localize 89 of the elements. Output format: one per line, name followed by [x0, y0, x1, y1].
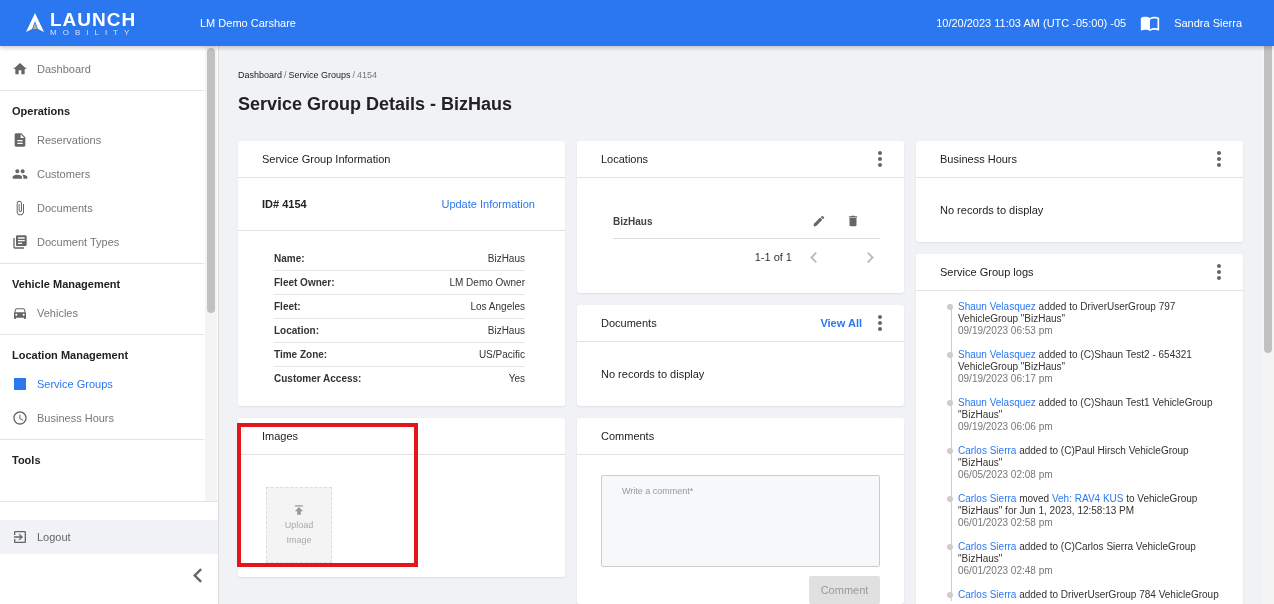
log-timestamp: 09/19/2023 06:17 pm [958, 373, 1054, 385]
sidebar-section-title: Tools [11, 453, 42, 468]
exit-icon [12, 529, 28, 545]
card-title: Locations [601, 153, 650, 165]
more-icon[interactable] [878, 151, 882, 167]
scrollbar-thumb[interactable] [207, 48, 215, 313]
field-value: US/Pacific [478, 349, 525, 360]
collapse-chevron-icon[interactable] [193, 568, 202, 583]
log-timestamp: 09/19/2023 06:06 pm [958, 421, 1054, 433]
card-title: Service Group logs [940, 266, 1035, 278]
field-label: Time Zone: [274, 349, 328, 360]
current-datetime: 10/20/2023 11:03 AM (UTC -05:00) -05 [936, 17, 1127, 29]
log-link[interactable]: Carlos Sierra [958, 445, 1017, 456]
log-timestamp: 09/19/2023 06:53 pm [958, 325, 1054, 337]
view-all-link[interactable]: View All [820, 317, 862, 329]
car-icon [12, 305, 28, 321]
people-icon [12, 166, 28, 182]
organization-name: LM Demo Carshare [200, 17, 296, 29]
breadcrumb-separator: / [284, 70, 287, 80]
brand-name: LAUNCH [50, 9, 137, 29]
card-title: Service Group Information [262, 153, 392, 165]
more-icon[interactable] [1217, 264, 1221, 280]
pagination-range: 1-1 of 1 [754, 251, 792, 263]
empty-message: No records to display [600, 367, 706, 382]
sidebar-item[interactable]: Customers [0, 157, 204, 191]
brand-subtitle: MOBILITY [50, 28, 137, 37]
sidebar-item[interactable]: Vehicles [0, 296, 204, 330]
field-value: Yes [508, 373, 525, 384]
library-icon [12, 234, 28, 250]
sidebar-item[interactable]: Documents [0, 191, 204, 225]
log-entry-text: Carlos Sierra added to DriverUserGroup 784 VehicleGroup [958, 589, 1220, 601]
log-link[interactable]: Carlos Sierra [958, 493, 1017, 504]
breadcrumb-current: 4154 [357, 70, 378, 80]
field-label: Fleet Owner: [274, 277, 335, 288]
scrollbar-thumb[interactable] [1264, 46, 1272, 353]
user-name[interactable]: Sandra Sierra [1174, 17, 1242, 29]
log-entry-text: Carlos Sierra moved Veh: RAV4 KUS to VehicleGroup "BizHaus" for Jun 1, 2023, 12:58:13 PM [958, 493, 1199, 517]
edit-icon [812, 214, 826, 228]
sidebar-item[interactable]: Reservations [0, 123, 204, 157]
log-link[interactable]: Shaun Velasquez [958, 397, 1036, 408]
breadcrumb-separator: / [352, 70, 356, 80]
card-title: Business Hours [940, 153, 1019, 165]
log-link[interactable]: Carlos Sierra [958, 541, 1017, 552]
sidebar-item[interactable]: Dashboard [0, 52, 204, 86]
card-title: Documents [601, 317, 658, 329]
log-link[interactable]: Carlos Sierra [958, 589, 1017, 600]
log-entry-text: Shaun Velasquez added to DriverUserGroup 797 VehicleGroup "BizHaus" [958, 301, 1177, 325]
more-icon[interactable] [1217, 151, 1221, 167]
update-information-link[interactable]: Update Information [441, 198, 535, 210]
page-title: Service Group Details - BizHaus [238, 94, 514, 115]
sidebar-item[interactable]: Document Types [0, 225, 204, 259]
more-icon[interactable] [878, 315, 882, 331]
field-value: LM Demo Owner [449, 277, 525, 288]
field-label: Name: [274, 253, 305, 264]
sidebar-section-title: Vehicle Management [11, 277, 122, 292]
log-entry-text: Carlos Sierra added to (C)Carlos Sierra VehicleGroup "BizHaus" [958, 541, 1197, 565]
sidebar-item[interactable]: Service Groups [0, 367, 204, 401]
log-entry-text: Shaun Velasquez added to (C)Shaun Test2 - 654321 VehicleGroup "BizHaus" [958, 349, 1193, 373]
log-timestamp: 06/01/2023 02:48 pm [958, 565, 1054, 577]
rocket-logo-icon [24, 12, 46, 34]
clock-icon [12, 410, 28, 426]
field-value: BizHaus [487, 325, 525, 336]
delete-icon [846, 214, 860, 228]
empty-message: No records to display [939, 203, 1045, 218]
sidebar-item[interactable]: Business Hours [0, 401, 204, 435]
card-title: Images [262, 430, 300, 442]
document-icon [12, 132, 28, 148]
log-entry-text: Shaun Velasquez added to (C)Shaun Test1 VehicleGroup "BizHaus" [958, 397, 1214, 421]
sidebar-section-title: Location Management [11, 348, 130, 363]
log-timestamp: 06/05/2023 02:08 pm [958, 469, 1054, 481]
field-label: Location: [274, 325, 319, 336]
breadcrumb-link[interactable]: Service Groups [288, 70, 351, 80]
location-name: BizHaus [613, 215, 654, 227]
log-timestamp: 06/01/2023 02:58 pm [958, 517, 1054, 529]
field-label: Fleet: [274, 301, 301, 312]
card-title: Comments [601, 430, 656, 442]
upload-icon [292, 503, 306, 518]
field-label: Customer Access: [274, 373, 362, 384]
log-link[interactable]: Veh: RAV4 KUS [1051, 493, 1124, 504]
log-link[interactable]: Shaun Velasquez [958, 301, 1036, 312]
field-value: BizHaus [487, 253, 525, 264]
log-link[interactable]: Shaun Velasquez [958, 349, 1036, 360]
service-group-id: ID# 4154 [262, 198, 307, 210]
sidebar-section-title: Operations [11, 104, 72, 119]
logout-button[interactable]: Logout [0, 520, 218, 554]
log-entry-text: Carlos Sierra added to (C)Paul Hirsch VehicleGroup "BizHaus" [958, 445, 1190, 469]
breadcrumb-link[interactable]: Dashboard [238, 70, 283, 80]
home-icon [12, 61, 28, 77]
field-value: Los Angeles [470, 301, 525, 312]
